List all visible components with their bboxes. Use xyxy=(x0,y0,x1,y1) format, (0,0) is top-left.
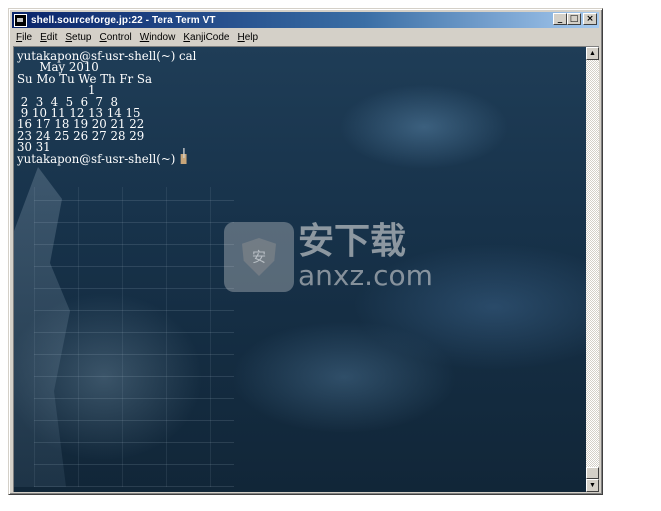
terminal-output: yutakapon@sf-usr-shell(~) cal May 2010 Su… xyxy=(17,50,196,166)
menu-file[interactable]: File xyxy=(12,32,36,43)
menu-setup-label: etup xyxy=(72,31,92,43)
scroll-down-button[interactable]: ▼ xyxy=(586,479,599,492)
menu-bar: File Edit Setup Control Window KanjiCode… xyxy=(12,29,262,45)
title-bar[interactable]: shell.sourceforge.jp:22 - Tera Term VT _… xyxy=(12,12,599,28)
scroll-up-button[interactable]: ▲ xyxy=(586,47,599,60)
menu-kanjicode[interactable]: KanjiCode xyxy=(179,32,233,43)
menu-kanjicode-accel: K xyxy=(183,31,191,43)
shield-icon: 安 xyxy=(242,238,276,276)
menu-help-accel: H xyxy=(237,31,245,43)
watermark-text: 安下载 anxz.com xyxy=(298,224,433,290)
teraterm-window: shell.sourceforge.jp:22 - Tera Term VT _… xyxy=(8,8,603,495)
menu-file-label: ile xyxy=(22,31,33,43)
menu-edit[interactable]: Edit xyxy=(36,32,61,43)
prompt-line: yutakapon@sf-usr-shell(~) xyxy=(17,151,196,166)
menu-setup[interactable]: Setup xyxy=(61,32,95,43)
scroll-thumb[interactable] xyxy=(586,467,599,479)
window-title: shell.sourceforge.jp:22 - Tera Term VT xyxy=(31,14,216,26)
terminal-screen[interactable]: yutakapon@sf-usr-shell(~) cal May 2010 Su… xyxy=(14,47,586,492)
menu-control-accel: C xyxy=(99,31,107,43)
menu-window-accel: W xyxy=(139,31,150,43)
minimize-button[interactable]: _ xyxy=(553,13,567,25)
menu-help-label: elp xyxy=(244,31,259,43)
menu-control[interactable]: Control xyxy=(96,32,136,43)
menu-edit-label: dit xyxy=(46,31,58,43)
watermark-latin: anxz.com xyxy=(298,259,433,292)
caption-buttons: _ □ × xyxy=(553,13,597,25)
watermark-badge-icon: 安 xyxy=(224,222,294,292)
maximize-button[interactable]: □ xyxy=(567,13,581,25)
close-button[interactable]: × xyxy=(583,13,597,25)
terminal-client-area: yutakapon@sf-usr-shell(~) cal May 2010 Su… xyxy=(13,46,599,492)
menu-edit-accel: E xyxy=(40,31,47,43)
menu-control-label: ontrol xyxy=(106,31,132,43)
shell-prompt: yutakapon@sf-usr-shell(~) xyxy=(17,151,180,166)
watermark: 安 安下载 anxz.com xyxy=(224,222,433,292)
menu-window-label: indow xyxy=(149,31,176,43)
watermark-chinese: 安下载 xyxy=(298,221,407,262)
ibeam-cursor-icon: I xyxy=(182,147,186,162)
vertical-scrollbar[interactable]: ▲ ▼ xyxy=(586,47,599,492)
teraterm-app-icon[interactable] xyxy=(14,13,27,27)
menu-kanjicode-label: anjiCode xyxy=(190,31,230,43)
watermark-badge-char: 安 xyxy=(252,249,266,265)
menu-help[interactable]: Help xyxy=(234,32,263,43)
menu-window[interactable]: Window xyxy=(136,32,180,43)
